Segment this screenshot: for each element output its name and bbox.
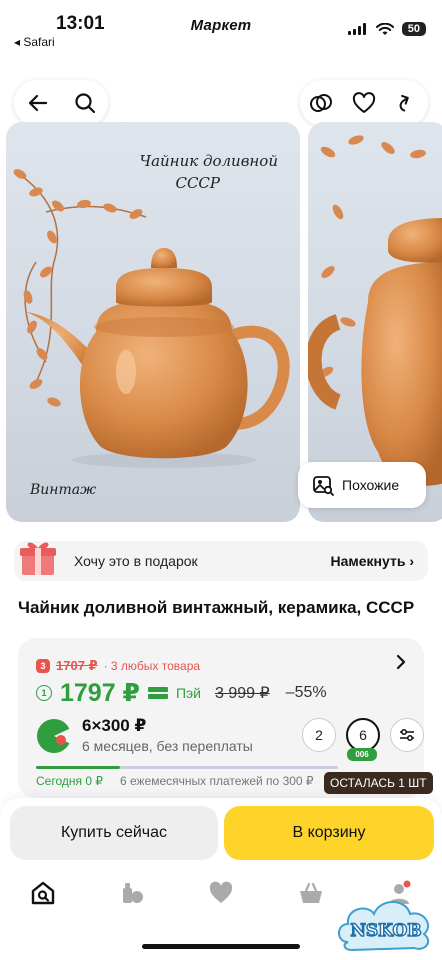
caption-line-1: Чайник доливной — [139, 152, 278, 170]
term-option-2[interactable]: 2 — [302, 718, 336, 752]
nav-pill-right — [300, 80, 428, 126]
tab-favorites[interactable] — [206, 878, 236, 908]
discount-percent: –55% — [285, 684, 327, 701]
schedule-rest: 6 ежемесячных платежей по 300 ₽ — [120, 774, 314, 788]
home-indicator — [142, 944, 300, 949]
heart-icon — [209, 881, 233, 903]
schedule-today: Сегодня 0 ₽ — [36, 774, 103, 788]
watermark-text: NSKOB — [350, 921, 421, 941]
similar-label: Похожие — [342, 477, 400, 493]
quantity-circle: 1 — [36, 685, 52, 701]
schedule-bar-rest — [120, 766, 338, 769]
tab-cart[interactable] — [296, 878, 326, 908]
chevron-right-icon: › — [409, 553, 414, 569]
main-price: 1797 ₽ — [60, 679, 140, 707]
add-to-cart-button[interactable]: В корзину — [224, 806, 434, 860]
favorite-heart-icon[interactable] — [349, 88, 379, 118]
system-icons: 50 — [347, 22, 426, 36]
battery-indicator: 50 — [401, 22, 426, 36]
status-bar: 13:01 ◂ Safari Маркет 50 — [0, 0, 442, 56]
installment-amount: 6×300 ₽ — [82, 716, 147, 735]
gift-text: Хочу это в подарок — [74, 553, 198, 569]
term-option-6[interactable]: 6 — [346, 718, 380, 752]
home-search-icon — [31, 881, 55, 905]
promo-price: 1707 ₽ — [56, 658, 98, 673]
catalog-icon — [123, 883, 143, 903]
chevron-right-icon[interactable] — [394, 654, 408, 670]
pay-label: Пэй — [175, 685, 201, 701]
hint-button[interactable]: Намекнуть › — [331, 553, 414, 569]
back-arrow-icon[interactable] — [23, 88, 53, 118]
gift-banner[interactable]: Хочу это в подарок Намекнуть › — [14, 541, 428, 581]
wifi-icon — [375, 22, 394, 35]
share-icon[interactable] — [392, 88, 422, 118]
caption-line-2: СССР — [175, 174, 220, 192]
buy-now-button[interactable]: Купить сейчас — [10, 806, 218, 860]
watermark-logo: NSKOB — [334, 890, 436, 956]
pay-card-icon — [147, 687, 168, 699]
tab-home[interactable] — [28, 878, 58, 908]
signal-icon — [347, 23, 366, 35]
old-price: 3 999 ₽ — [215, 685, 270, 702]
image-search-icon — [313, 476, 334, 496]
split-logo-icon — [37, 719, 72, 753]
installment-description: 6 месяцев, без переплаты — [82, 738, 253, 754]
sliders-icon — [400, 729, 414, 741]
promo-row: 3 1707 ₽ · 3 любых товара — [36, 658, 200, 674]
photo-caption-top: Чайник доливной СССР — [6, 150, 300, 194]
product-photo-main[interactable]: Чайник доливной СССР Винтаж — [6, 122, 300, 522]
schedule-bar-today — [36, 766, 120, 769]
tab-catalog[interactable] — [118, 878, 148, 908]
gift-box-icon — [20, 542, 56, 575]
installment-row[interactable]: 6×300 ₽ 6 месяцев, без переплаты 2 6 006 — [36, 714, 424, 761]
main-price-row: 1 1797 ₽ Пэй 3 999 ₽ –55% — [36, 678, 327, 708]
promo-label: · 3 любых товара — [103, 659, 201, 673]
similar-button[interactable]: Похожие — [298, 462, 426, 508]
back-to-safari-link[interactable]: ◂ Safari — [14, 35, 55, 49]
term-selected-badge: 006 — [347, 748, 377, 761]
search-icon[interactable] — [70, 88, 100, 118]
cloud-watermark-icon: NSKOB — [338, 901, 430, 952]
photo-caption-bottom: Винтаж — [30, 482, 97, 498]
stock-badge: ОСТАЛАСЬ 1 ШТ — [324, 772, 433, 794]
product-title: Чайник доливной винтажный, керамика, ССС… — [18, 598, 415, 617]
hint-label: Намекнуть — [330, 553, 406, 569]
compare-icon[interactable] — [306, 88, 336, 118]
nav-pill-left — [14, 80, 108, 126]
basket-icon — [300, 882, 322, 903]
promo-badge: 3 — [36, 659, 50, 673]
installment-settings-button[interactable] — [390, 718, 424, 752]
